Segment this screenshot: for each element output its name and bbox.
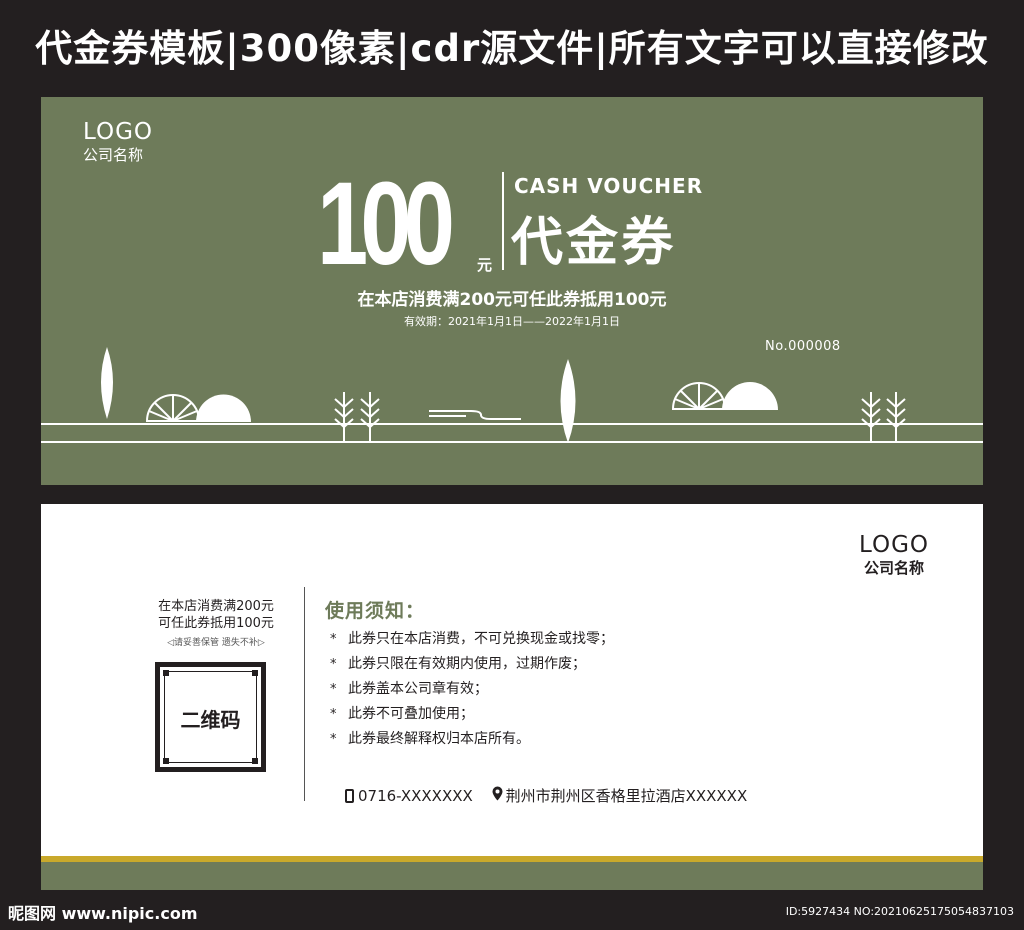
site-watermark: 昵图网 www.nipic.com [8, 904, 198, 923]
half-wheel-icon [145, 394, 201, 422]
banner-title: 代金券模板|300像素|cdr源文件|所有文字可以直接修改 [35, 27, 989, 70]
half-wheel-icon [671, 382, 727, 410]
footer-band [41, 862, 983, 890]
list-item: * 此券盖本公司章有效； [330, 677, 614, 702]
notes-title: 使用须知： [325, 600, 426, 622]
bullet: * [330, 682, 337, 697]
usage-notes: * 此券只在本店消费，不可兑换现金或找零； * 此券只限在有效期内使用，过期作废； … [330, 627, 614, 752]
image-id-watermark: ID:5927434 NO:20210625175054837103 [785, 905, 1014, 918]
company-name: 公司名称 [863, 559, 924, 577]
address: 荆州市荆州区香格里拉酒店XXXXXX [505, 787, 748, 805]
keep-note: ◁请妥善保管 遗失不补▷ [167, 638, 265, 648]
qr-label: 二维码 [180, 708, 241, 732]
logo-text: LOGO [858, 532, 929, 558]
location-pin-icon [492, 786, 503, 805]
qr-code-placeholder: 二维码 [155, 662, 266, 772]
bullet: * [330, 657, 337, 672]
landscape-decoration [41, 347, 983, 443]
voucher-back: LOGO 公司名称 在本店消费满200元 可任此券抵用100元 ◁请妥善保管 遗… [41, 504, 983, 890]
half-sun-icon [722, 382, 778, 410]
sapling-icon [861, 392, 906, 441]
back-logo: LOGO 公司名称 [859, 532, 929, 578]
contact-info: 0716-XXXXXXX 荆州市荆州区香格里拉酒店XXXXXX [345, 785, 747, 806]
bullet: * [330, 707, 337, 722]
list-item: * 此券只在本店消费，不可兑换现金或找零； [330, 627, 614, 652]
section-divider [304, 587, 305, 801]
list-item: * 此券只限在有效期内使用，过期作废； [330, 652, 614, 677]
phone-number: 0716-XXXXXXX [358, 786, 473, 805]
list-item: * 此券不可叠加使用； [330, 702, 614, 727]
back-rule-block: 在本店消费满200元 可任此券抵用100元 ◁请妥善保管 遗失不补▷ [141, 598, 291, 648]
sapling-icon [334, 392, 380, 441]
voucher-front: LOGO 公司名称 100 元 CASH VOUCHER 代金券 在本店消费满2… [41, 97, 983, 485]
leaf-tree-icon [101, 347, 113, 419]
bullet: * [330, 632, 337, 647]
leaf-tree-icon [560, 359, 576, 443]
half-sun-icon [196, 394, 251, 422]
rule-line-1: 在本店消费满200元 [158, 599, 274, 614]
rule-line-2: 可任此券抵用100元 [158, 616, 274, 631]
bullet: * [330, 732, 337, 747]
phone-icon [345, 788, 354, 803]
list-item: * 此券最终解释权归本店所有。 [330, 727, 614, 752]
